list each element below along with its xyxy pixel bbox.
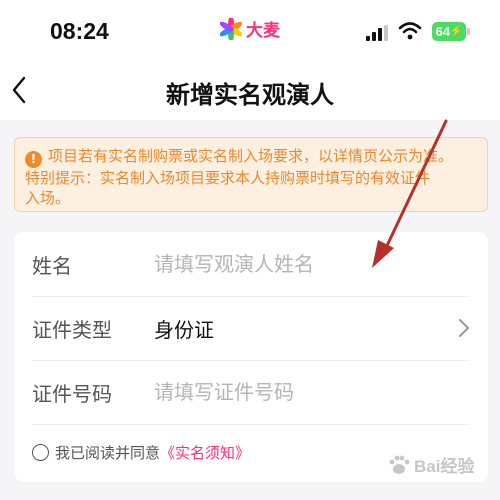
brand: 大麦	[220, 16, 280, 41]
agreement-row: 我已阅读并同意 《实名须知》	[32, 442, 250, 463]
wifi-icon	[398, 22, 422, 40]
battery-level: 64	[435, 24, 450, 39]
name-row: 姓名	[14, 232, 488, 296]
watermark: Bai经验	[388, 452, 474, 477]
page-title: 新增实名观演人	[166, 81, 334, 109]
chevron-right-icon[interactable]	[458, 318, 470, 338]
damai-logo-icon	[220, 17, 242, 40]
notice-text-2: 特别提示：实名制入场项目要求本人持购票时填写的有效证件	[25, 169, 431, 187]
id-type-row[interactable]: 证件类型 身份证	[14, 296, 488, 360]
form-card: 姓名 证件类型 身份证 证件号码 我已阅读并同意 《实名须知》	[14, 232, 488, 482]
status-bar: 08:24 大麦 64 ⚡	[0, 0, 500, 62]
brand-name: 大麦	[246, 21, 280, 41]
name-label: 姓名	[32, 254, 72, 278]
watermark-text: Bai经验	[414, 457, 475, 476]
id-type-value[interactable]: 身份证	[154, 314, 214, 343]
id-type-label: 证件类型	[32, 318, 112, 342]
cellular-signal-icon	[366, 25, 388, 41]
real-name-notice-link[interactable]: 《实名须知》	[160, 442, 250, 463]
notice-line-1: ! 项目若有实名制购票或实名制入场要求，以详情页公示为准。	[25, 146, 477, 168]
name-input[interactable]	[154, 246, 454, 282]
divider	[32, 424, 470, 425]
notice-banner: ! 项目若有实名制购票或实名制入场要求，以详情页公示为准。 特别提示：实名制入场项…	[14, 137, 488, 212]
battery-indicator: 64 ⚡	[432, 22, 466, 41]
agreement-checkbox[interactable]	[32, 444, 49, 461]
id-number-label: 证件号码	[32, 382, 112, 406]
battery-tip	[467, 28, 470, 35]
notice-text-1: 项目若有实名制购票或实名制入场要求，以详情页公示为准。	[48, 147, 454, 165]
nav-bar: 新增实名观演人	[0, 62, 500, 120]
agreement-text: 我已阅读并同意	[55, 444, 161, 462]
exclamation-circle-icon: !	[25, 151, 42, 168]
notice-text-3: 入场。	[25, 189, 71, 207]
status-time: 08:24	[50, 18, 109, 44]
paw-icon	[389, 455, 410, 474]
id-number-input[interactable]	[154, 374, 454, 410]
id-number-row: 证件号码	[14, 360, 488, 424]
